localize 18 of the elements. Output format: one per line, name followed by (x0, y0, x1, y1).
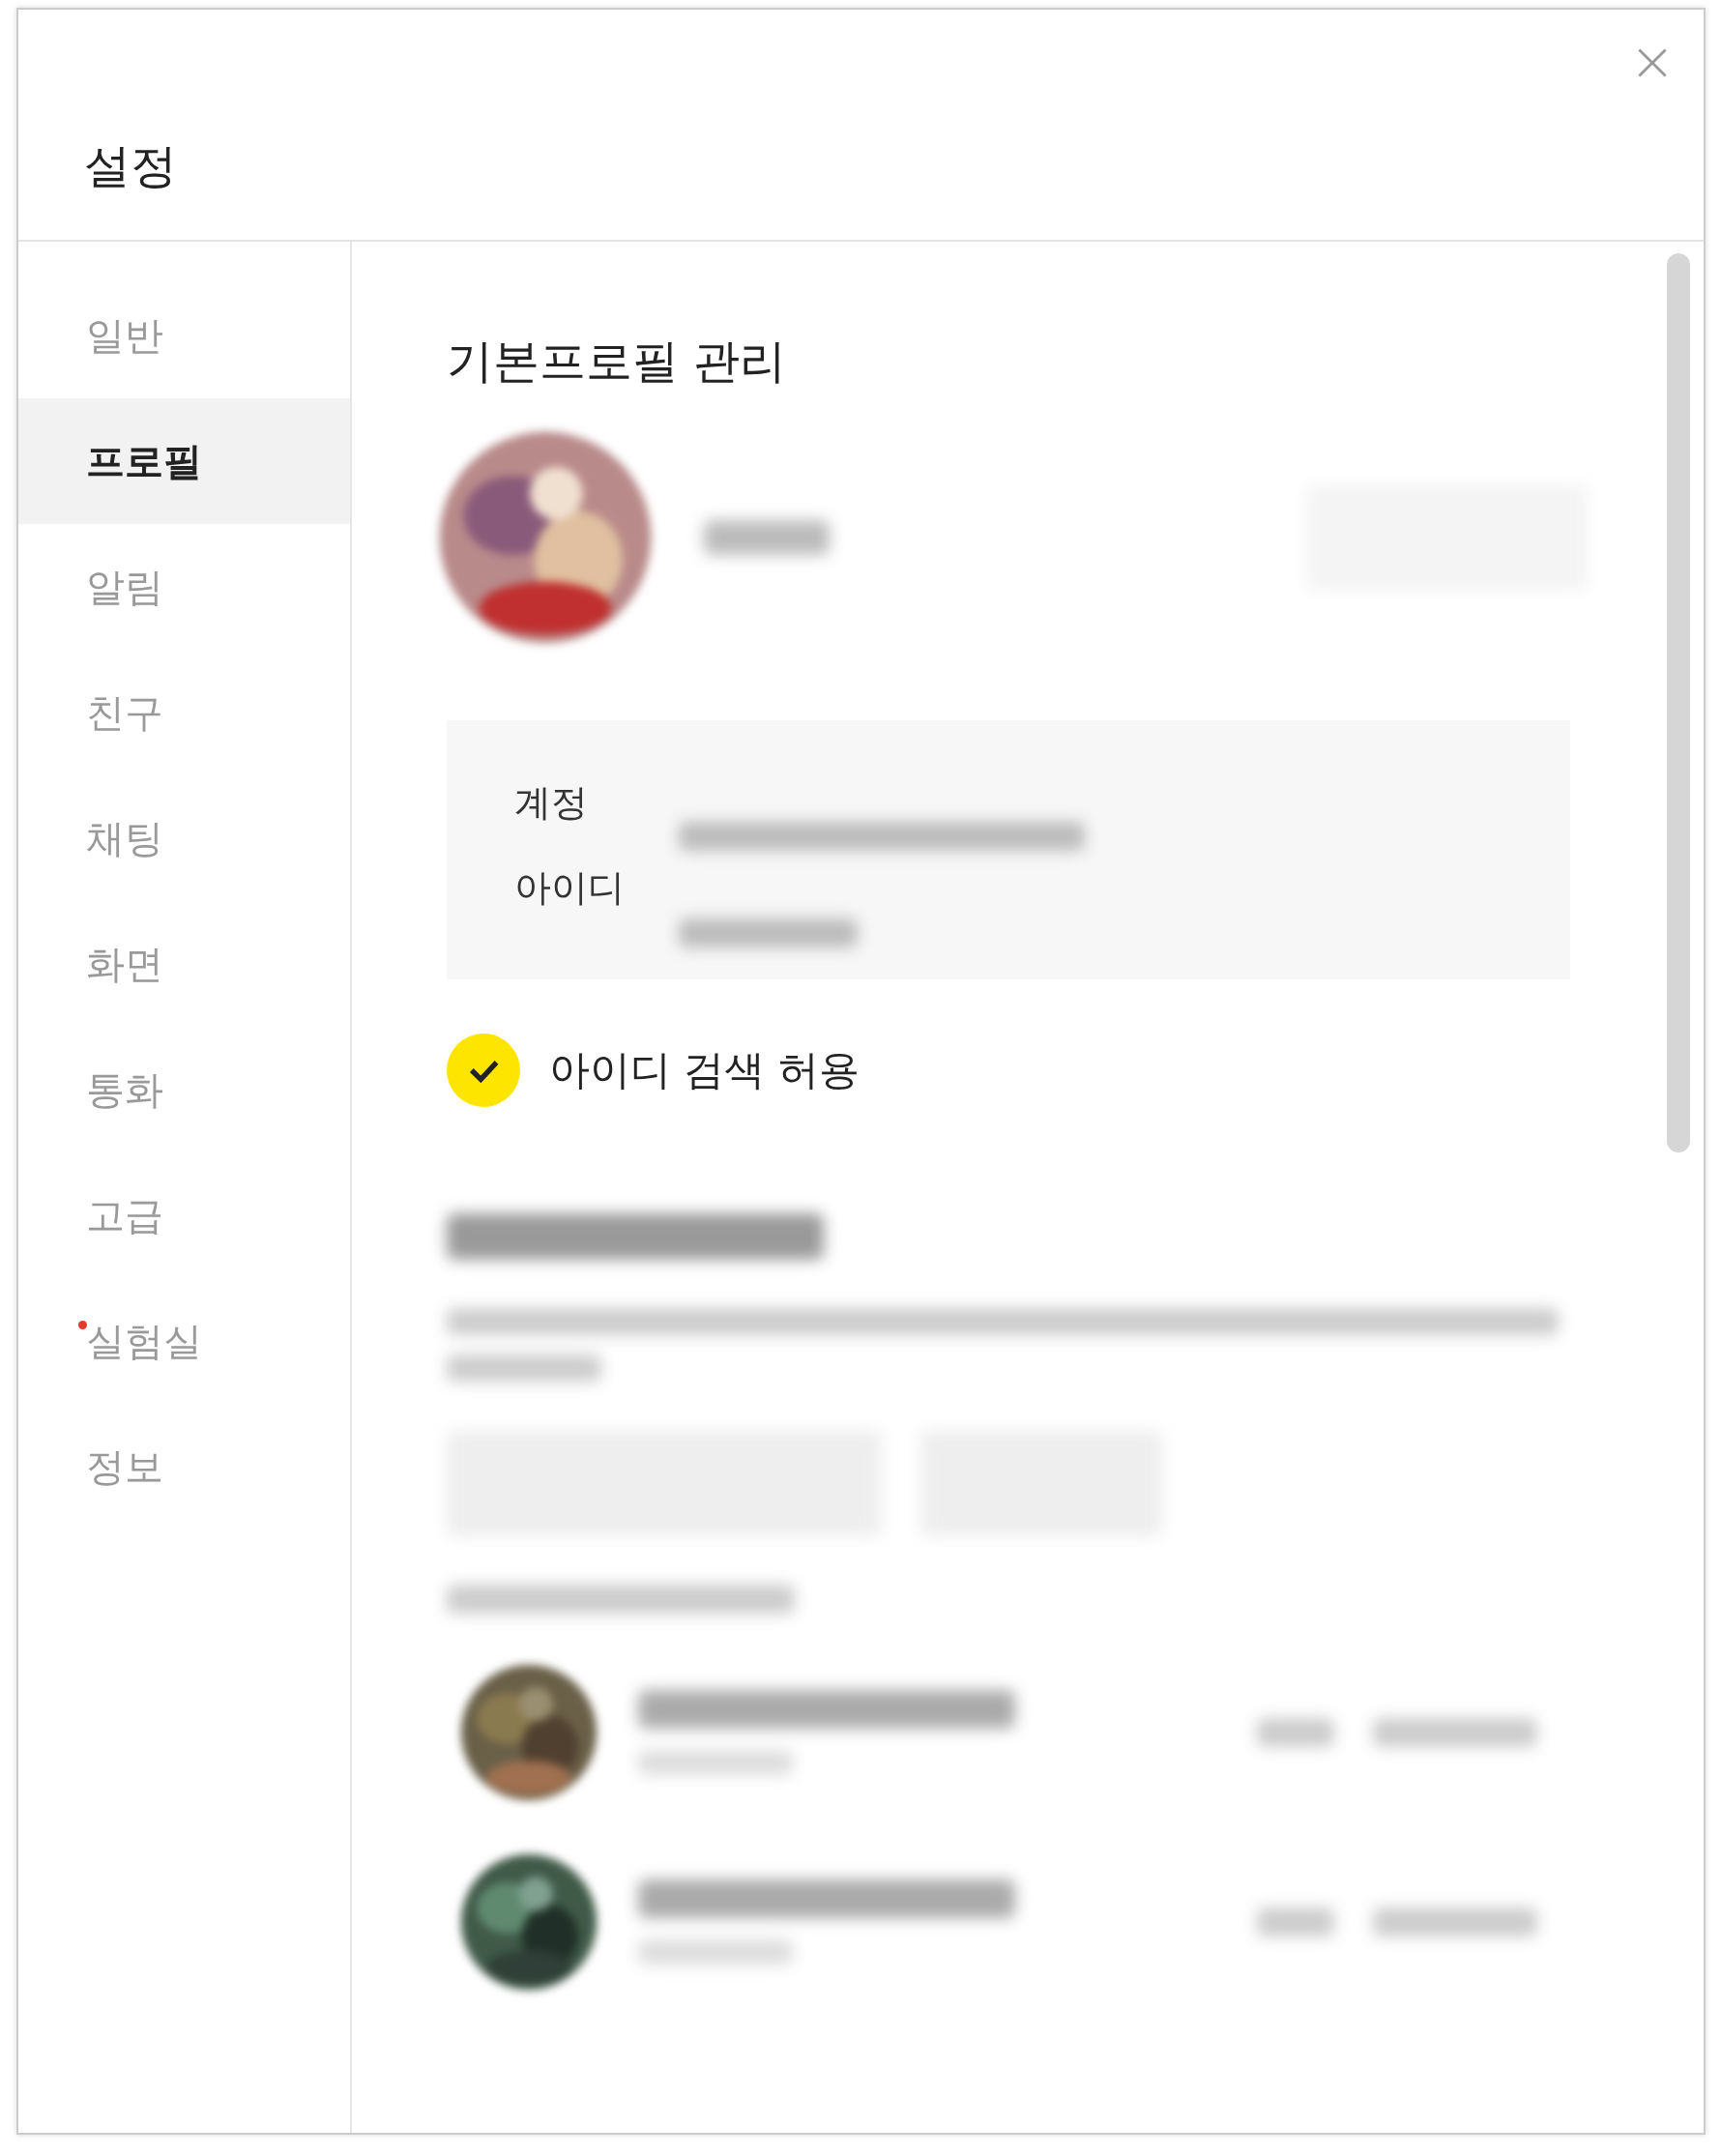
checkbox-row[interactable]: 아이디 검색 허용 (447, 1034, 1704, 1107)
scrollbar[interactable] (1667, 253, 1690, 1152)
sidebar-item[interactable]: 친구 (18, 650, 350, 775)
sidebar-item[interactable]: 알림 (18, 524, 350, 650)
close-icon[interactable] (1636, 46, 1669, 79)
sidebar-item[interactable]: 화면 (18, 901, 350, 1027)
field-label: 계정 (514, 780, 589, 826)
sidebar-item[interactable]: 고급 (18, 1152, 350, 1278)
checkbox-label: 아이디 검색 허용 (549, 1045, 860, 1095)
sidebar-item[interactable]: 프로필 (18, 398, 350, 524)
sidebar-item[interactable]: 채팅 (18, 775, 350, 901)
sidebar-item[interactable]: 실험실 (18, 1278, 350, 1404)
field-label: 아이디 (514, 865, 626, 911)
sidebar-item[interactable]: 통화 (18, 1027, 350, 1152)
section-heading: 기본프로필 관리 (447, 333, 788, 390)
sidebar-item[interactable]: 일반 (18, 273, 350, 398)
sidebar-item[interactable]: 정보 (18, 1404, 350, 1530)
window-title: 설정 (84, 137, 177, 194)
